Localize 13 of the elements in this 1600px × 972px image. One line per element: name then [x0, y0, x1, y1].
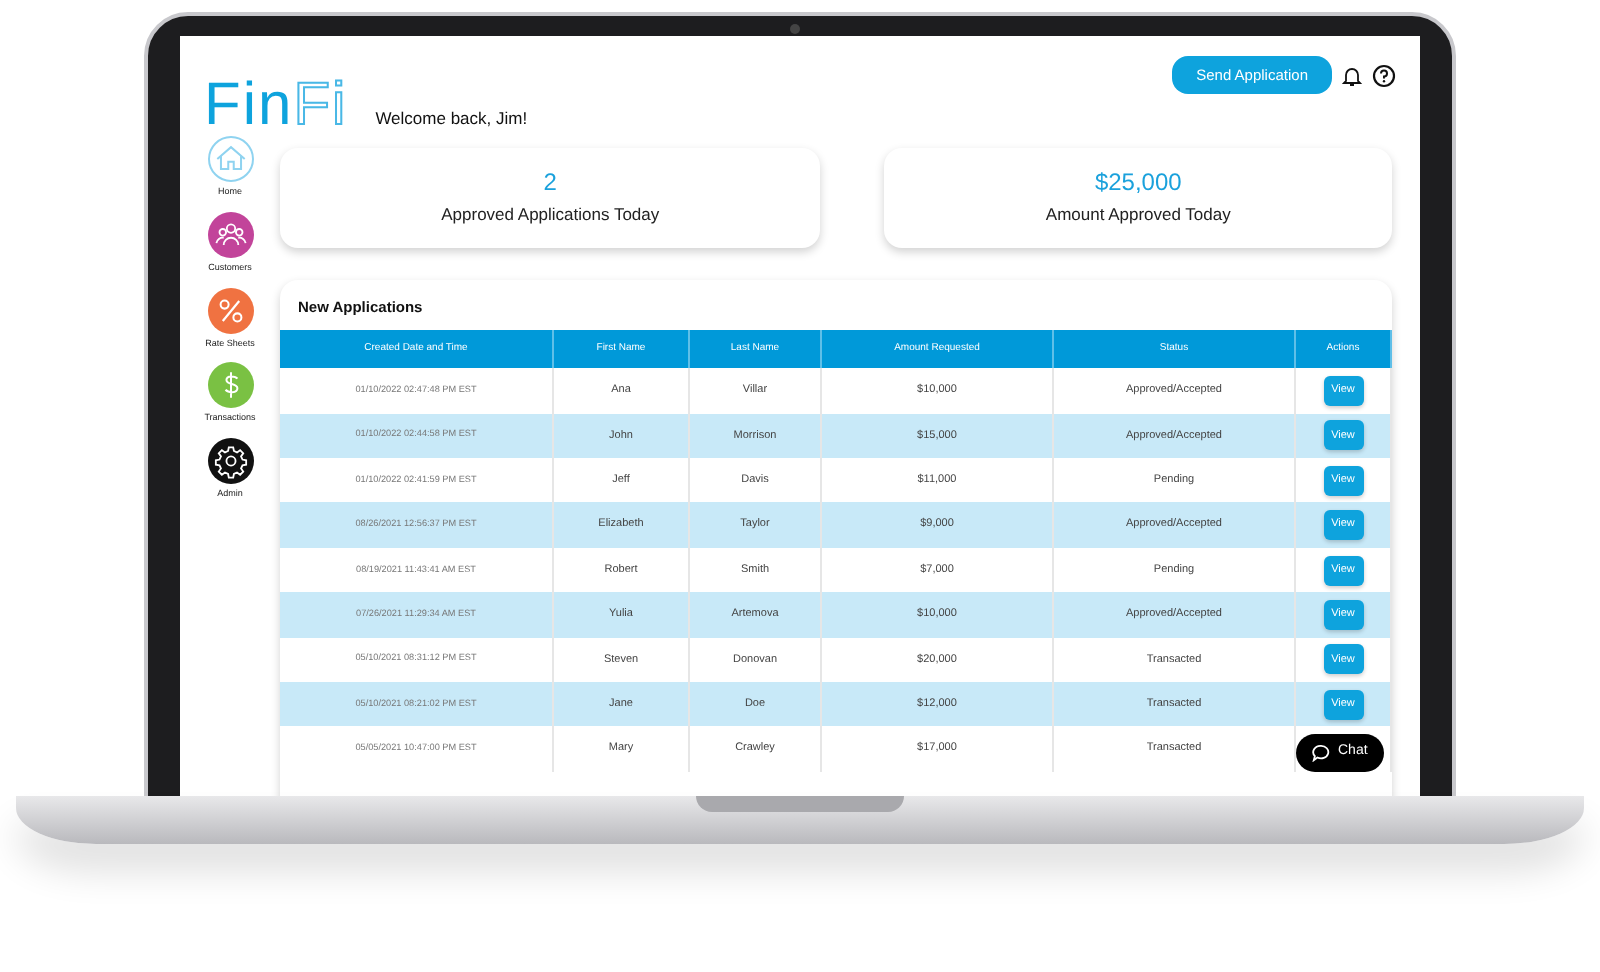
logo: FinFi	[204, 76, 348, 136]
speech-bubble-icon	[1312, 743, 1330, 762]
camera-icon	[790, 24, 800, 34]
gear-icon[interactable]	[207, 438, 253, 484]
percent-icon[interactable]	[207, 287, 253, 333]
help-icon[interactable]	[1372, 63, 1396, 88]
stat-label: Amount Approved Today	[1045, 202, 1231, 228]
stat-value: $25,000	[1094, 168, 1182, 197]
stat-label: Approved Applications Today	[441, 202, 660, 228]
welcome-text: Welcome back, Jim!	[375, 106, 528, 132]
people-icon[interactable]	[207, 211, 253, 258]
stat-value: 2	[543, 168, 557, 197]
bell-icon[interactable]	[1340, 63, 1364, 88]
